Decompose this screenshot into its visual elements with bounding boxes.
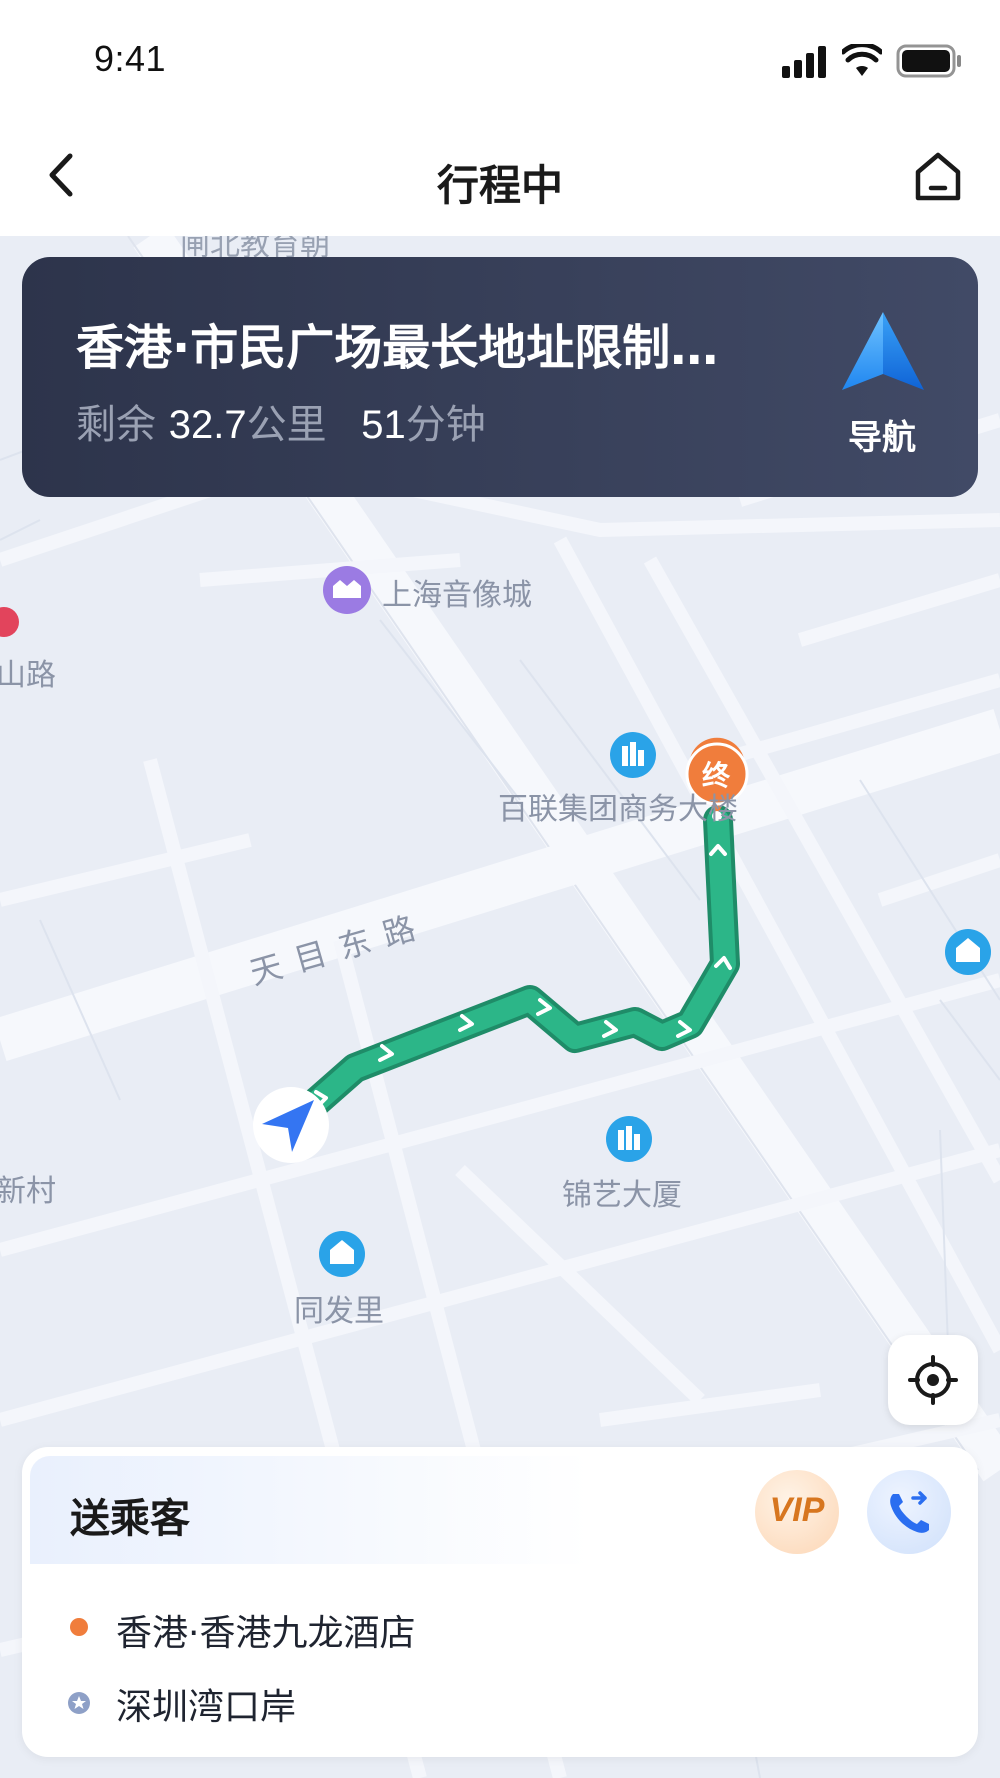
- status-time: 9:41: [94, 38, 167, 79]
- crosshair-icon: [908, 1355, 958, 1405]
- poi-label-xincun: 新村: [0, 1174, 56, 1209]
- destination-name: 香港·市民广场最长地址限制…: [76, 320, 719, 376]
- distance-unit: 公里: [246, 402, 327, 448]
- current-location-marker: [253, 1087, 329, 1163]
- navigate-button-label[interactable]: 导航: [836, 410, 928, 459]
- navigate-arrow-icon[interactable]: [840, 310, 926, 396]
- page-title: 行程中: [436, 161, 563, 210]
- locate-me-button[interactable]: [888, 1335, 978, 1425]
- time-value: 51: [361, 403, 406, 447]
- remaining-label: 剩余: [76, 402, 156, 448]
- phone-icon: [890, 1491, 929, 1533]
- poi-label-music-city[interactable]: 上海音像城: [382, 570, 532, 614]
- battery-icon: [896, 44, 961, 78]
- dropoff-address: 深圳湾口岸: [116, 1687, 297, 1728]
- wifi-icon: [842, 44, 882, 76]
- panel-title: 送乘客: [70, 1496, 190, 1542]
- dropoff-star-icon: [68, 1692, 90, 1714]
- signal-icon: [782, 46, 826, 78]
- call-button[interactable]: [867, 1470, 951, 1554]
- end-marker-label: 终: [702, 759, 731, 792]
- vip-label: VIP: [769, 1491, 825, 1529]
- poi-label-left-road: 山路: [0, 658, 56, 693]
- poi-label-jinyi[interactable]: 锦艺大厦: [562, 1170, 682, 1214]
- vip-button[interactable]: VIP: [755, 1470, 839, 1554]
- trip-remaining: 剩余 32.7公里 51分钟: [76, 392, 486, 450]
- time-unit: 分钟: [405, 402, 486, 448]
- pickup-dot-icon: [70, 1618, 88, 1636]
- pickup-address: 香港·香港九龙酒店: [116, 1613, 416, 1654]
- distance-value: 32.7: [168, 403, 247, 447]
- poi-label-tongfa[interactable]: 同发里: [294, 1286, 384, 1330]
- home-icon[interactable]: [912, 150, 964, 202]
